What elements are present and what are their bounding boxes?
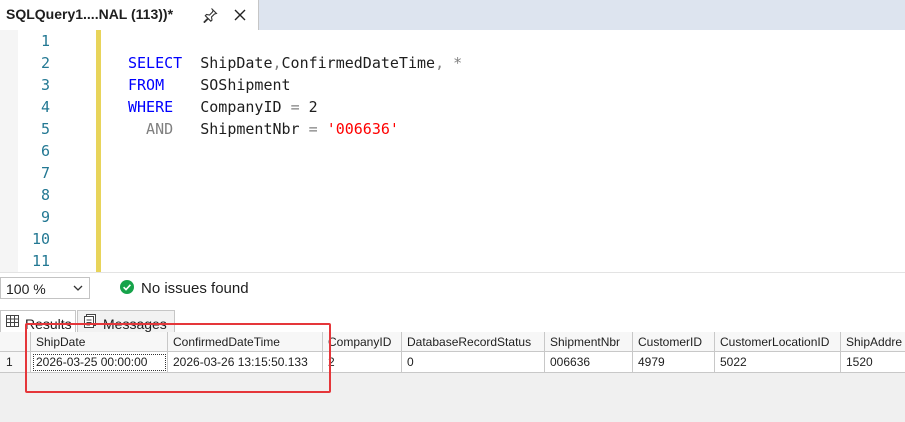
column-header[interactable]: DatabaseRecordStatus [402,332,545,352]
sql-keyword: WHERE [128,98,174,116]
line-number: 7 [40,164,50,182]
sql-token: AND [128,120,174,138]
sql-token: ShipmentNbr [173,120,309,138]
sql-token: SOShipment [164,76,291,94]
column-header[interactable]: CompanyID [323,332,402,352]
results-tab-strip: Results Messages [0,306,905,332]
column-header[interactable]: ShipmentNbr [545,332,633,352]
sql-token: CompanyID [173,98,291,116]
code-line: AND ShipmentNbr = '006636' [128,118,399,140]
check-circle-icon [120,280,134,294]
sql-token: = [290,98,300,116]
sql-token: = [308,120,318,138]
code-line: WHERE CompanyID = 2 [128,96,318,118]
tab-messages-label: Messages [103,316,167,332]
sql-token: 2 [299,98,318,116]
tab-results-label: Results [25,316,72,332]
chevron-down-icon [73,285,83,291]
grid-cell[interactable]: 5022 [715,352,841,373]
editor-status-bar: 100 % [0,272,905,305]
column-header[interactable]: ShipDate [31,332,168,352]
line-number: 11 [31,252,50,270]
sql-token: , [272,54,282,72]
grid-cell[interactable]: 1520 [841,352,905,373]
tab-messages[interactable]: Messages [77,310,175,332]
line-number: 6 [40,142,50,160]
line-number: 2 [40,54,50,72]
column-header[interactable]: CustomerID [633,332,715,352]
line-number: 4 [40,98,50,116]
line-number: 5 [40,120,50,138]
zoom-value: 100 % [6,281,46,297]
tab-results[interactable]: Results [0,310,76,332]
editor-margin [0,30,18,272]
grid-cell[interactable]: 2026-03-26 13:15:50.133 [168,352,323,373]
issues-status-text[interactable]: No issues found [141,280,249,297]
pin-icon[interactable] [202,7,218,23]
tab-sqlquery1[interactable]: SQLQuery1....NAL (113))* [0,0,259,30]
grid-cell[interactable]: 2026-03-25 00:00:00 [31,352,168,373]
line-number: 8 [40,186,50,204]
line-number: 3 [40,76,50,94]
grid-icon [6,315,19,327]
row-header[interactable]: 1 [0,352,31,373]
query-editor[interactable]: 123456789101112 SELECT ShipDate,Confirme… [0,30,905,272]
sql-token: , * [435,54,463,72]
close-icon[interactable] [232,7,248,23]
tab-title: SQLQuery1....NAL (113))* [6,6,174,22]
column-header[interactable]: ShipAddre [841,332,905,352]
line-number: 10 [31,230,50,248]
results-pane: ShipDate ConfirmedDateTime CompanyID Databa… [0,332,905,422]
code-line: SELECT ShipDate,ConfirmedDateTime, * [128,52,462,74]
sql-string: '006636' [326,120,399,138]
grid-cell[interactable]: 4979 [633,352,715,373]
line-number: 9 [40,208,50,226]
sql-token: ShipDate [182,54,273,72]
column-header[interactable]: CustomerLocationID [715,332,841,352]
grid-cell[interactable]: 0 [402,352,545,373]
zoom-dropdown[interactable]: 100 % [0,277,90,299]
line-number: 1 [40,32,50,50]
grid-corner[interactable] [0,332,31,352]
document-tab-strip: SQLQuery1....NAL (113))* [0,0,905,31]
tab-strip-background [258,0,905,31]
change-tracking-bar [96,30,101,272]
message-icon [84,314,96,328]
sql-token: ConfirmedDateTime [281,54,436,72]
grid-cell[interactable]: 006636 [545,352,633,373]
grid-cell[interactable]: 2 [323,352,402,373]
sql-keyword: SELECT [128,54,183,72]
column-header[interactable]: ConfirmedDateTime [168,332,323,352]
code-line: FROM SOShipment [128,74,291,96]
sql-keyword: FROM [128,76,165,94]
